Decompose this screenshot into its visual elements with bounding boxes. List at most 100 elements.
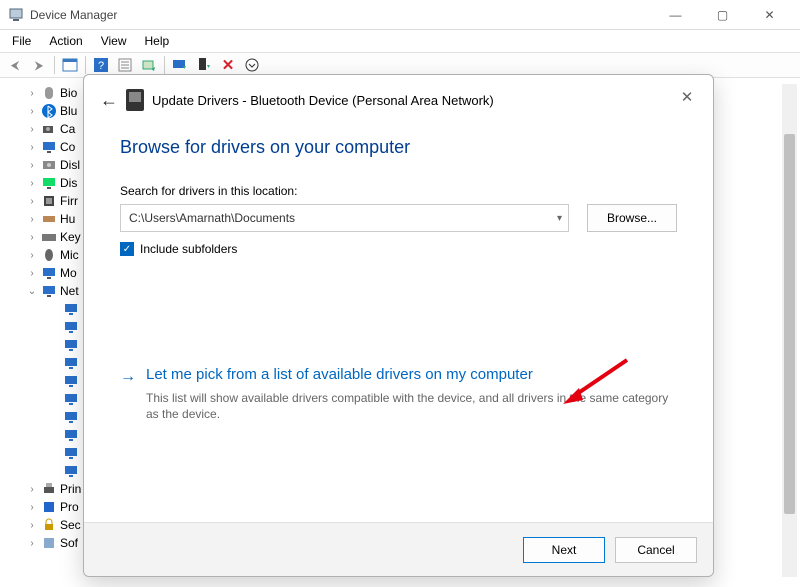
adapter-icon (63, 373, 79, 389)
tree-item-label: Prin (60, 482, 81, 496)
toolbar-separator (54, 56, 55, 74)
tree-chevron-icon: › (26, 520, 38, 531)
tree-item-label: Hu (60, 212, 75, 226)
tree-item-label: Co (60, 140, 75, 154)
dialog-footer: Next Cancel (84, 522, 713, 576)
include-subfolders-checkbox[interactable]: ✓ Include subfolders (120, 242, 677, 256)
adapter-icon (63, 301, 79, 317)
toolbar-properties-button[interactable] (114, 54, 136, 76)
tree-chevron-icon: ⌄ (26, 286, 38, 297)
dialog-body: Browse for drivers on your computer Sear… (84, 117, 713, 522)
hid-icon (41, 211, 57, 227)
tree-chevron-icon: › (26, 142, 38, 153)
toolbar-show-hidden-button[interactable] (59, 54, 81, 76)
adapter-icon (63, 463, 79, 479)
tree-chevron-icon: › (26, 88, 38, 99)
app-icon (8, 7, 24, 23)
tree-chevron-icon: › (26, 502, 38, 513)
printer-icon (41, 481, 57, 497)
tree-item-label: Dis (60, 176, 77, 190)
toolbar-help-button[interactable]: ? (90, 54, 112, 76)
monitor-icon (41, 265, 57, 281)
pick-from-list-option[interactable]: → Let me pick from a list of available d… (120, 366, 677, 422)
svg-text:?: ? (98, 60, 104, 72)
driver-path-value: C:\Users\Amarnath\Documents (129, 211, 295, 225)
cpu-icon (41, 499, 57, 515)
adapter-icon (63, 337, 79, 353)
menu-view[interactable]: View (93, 32, 135, 50)
dialog-back-button[interactable]: ← (100, 90, 126, 111)
tree-chevron-icon: › (26, 124, 38, 135)
tree-item-label: Bio (60, 86, 77, 100)
toolbar-uninstall-button[interactable]: ✕ (217, 54, 239, 76)
panel-icon (62, 57, 78, 73)
tree-chevron-icon: › (26, 268, 38, 279)
vertical-scrollbar[interactable] (782, 84, 797, 577)
toolbar-update-driver-button[interactable] (169, 54, 191, 76)
tree-chevron-icon: › (26, 538, 38, 549)
monitor-icon (41, 139, 57, 155)
menu-action[interactable]: Action (41, 32, 90, 50)
toolbar-forward-button[interactable]: ⮞ (28, 54, 50, 76)
bt-icon (41, 103, 57, 119)
tree-item-label: Disl (60, 158, 80, 172)
help-icon: ? (93, 57, 109, 73)
tree-item-label: Net (60, 284, 79, 298)
browse-button[interactable]: Browse... (587, 204, 677, 232)
adapter-icon (63, 319, 79, 335)
forward-arrow-icon: ⮞ (35, 58, 44, 73)
back-arrow-icon: ⮜ (11, 58, 20, 73)
menu-file[interactable]: File (4, 32, 39, 50)
next-button[interactable]: Next (523, 537, 605, 563)
soft-icon (41, 535, 57, 551)
toolbar-legacy-button[interactable] (241, 54, 263, 76)
adapter-icon (63, 355, 79, 371)
dialog-close-button[interactable]: ✕ (671, 83, 703, 111)
finger-icon (41, 85, 57, 101)
window-titlebar: Device Manager — ▢ ✕ (0, 0, 800, 30)
dialog-heading: Browse for drivers on your computer (120, 137, 677, 158)
checkbox-checked-icon: ✓ (120, 242, 134, 256)
tree-chevron-icon: › (26, 214, 38, 225)
window-minimize-button[interactable]: — (653, 1, 698, 29)
device-icon (126, 89, 144, 111)
device-down-icon (196, 57, 212, 73)
arrow-right-icon: → (120, 368, 136, 386)
adapter-icon (63, 391, 79, 407)
search-location-label: Search for drivers in this location: (120, 184, 677, 198)
window-maximize-button[interactable]: ▢ (700, 1, 745, 29)
cam-icon (41, 121, 57, 137)
tree-item-label: Sof (60, 536, 78, 550)
tree-chevron-icon: › (26, 250, 38, 261)
toolbar-back-button[interactable]: ⮜ (4, 54, 26, 76)
cancel-button[interactable]: Cancel (615, 537, 697, 563)
scrollbar-thumb[interactable] (784, 134, 795, 514)
menu-help[interactable]: Help (137, 32, 178, 50)
tree-item-label: Pro (60, 500, 79, 514)
dialog-title: Update Drivers - Bluetooth Device (Perso… (152, 93, 494, 108)
down-circle-icon (244, 57, 260, 73)
tree-item-label: Key (60, 230, 81, 244)
toolbar-scan-button[interactable] (138, 54, 160, 76)
tree-item-label: Sec (60, 518, 81, 532)
pick-from-list-description: This list will show available drivers co… (146, 390, 669, 422)
window-close-button[interactable]: ✕ (747, 1, 792, 29)
uninstall-x-icon: ✕ (222, 56, 235, 74)
driver-path-combobox[interactable]: C:\Users\Amarnath\Documents ▾ (120, 204, 569, 232)
tree-item-label: Mic (60, 248, 79, 262)
tree-item-label: Mo (60, 266, 77, 280)
toolbar-separator (164, 56, 165, 74)
adapter-icon (63, 427, 79, 443)
tree-chevron-icon: › (26, 106, 38, 117)
tree-chevron-icon: › (26, 178, 38, 189)
properties-icon (117, 57, 133, 73)
menu-bar: File Action View Help (0, 30, 800, 52)
tree-chevron-icon: › (26, 160, 38, 171)
tree-item-label: Blu (60, 104, 77, 118)
toolbar-disable-button[interactable] (193, 54, 215, 76)
chip-icon (41, 193, 57, 209)
disk-icon (41, 157, 57, 173)
tree-chevron-icon: › (26, 232, 38, 243)
pick-from-list-title: Let me pick from a list of available dri… (146, 366, 533, 383)
display-icon (41, 175, 57, 191)
